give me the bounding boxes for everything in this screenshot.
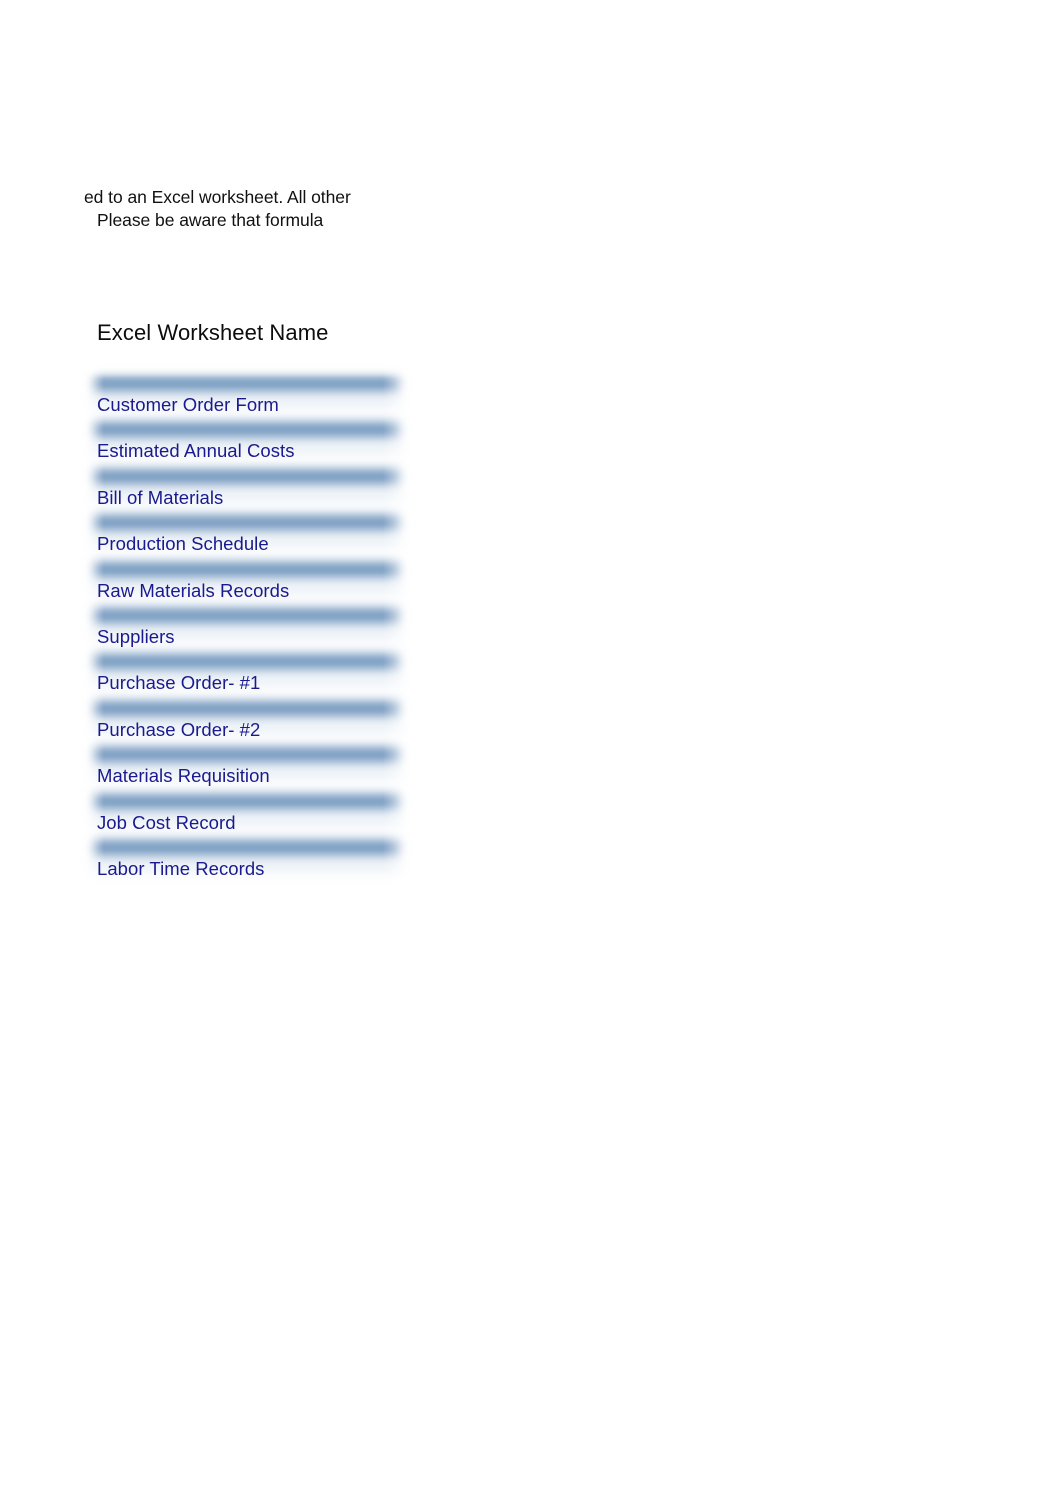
list-item[interactable]: Bill of Materials: [97, 483, 407, 513]
list-item[interactable]: Production Schedule: [97, 529, 407, 559]
intro-line-2: Please be aware that formula: [97, 209, 324, 230]
list-item[interactable]: Estimated Annual Costs: [97, 436, 407, 466]
list-item[interactable]: Suppliers: [97, 622, 407, 652]
list-item[interactable]: Materials Requisition: [97, 761, 407, 791]
list-row-labels: Customer Order Form Estimated Annual Cost…: [78, 362, 418, 910]
list-item[interactable]: Raw Materials Records: [97, 576, 407, 606]
list-item[interactable]: Purchase Order- #2: [97, 715, 407, 745]
worksheet-name-list: Customer Order Form Estimated Annual Cost…: [78, 362, 418, 910]
intro-paragraph: ed to an Excel worksheet. All other Plea…: [84, 186, 504, 231]
intro-line-1: ed to an Excel worksheet. All other: [84, 187, 351, 207]
list-item[interactable]: Customer Order Form: [97, 390, 407, 420]
list-item[interactable]: Labor Time Records: [97, 854, 407, 884]
page-title: Excel Worksheet Name: [97, 320, 329, 345]
list-item[interactable]: Purchase Order- #1: [97, 668, 407, 698]
list-item[interactable]: Job Cost Record: [97, 808, 407, 838]
